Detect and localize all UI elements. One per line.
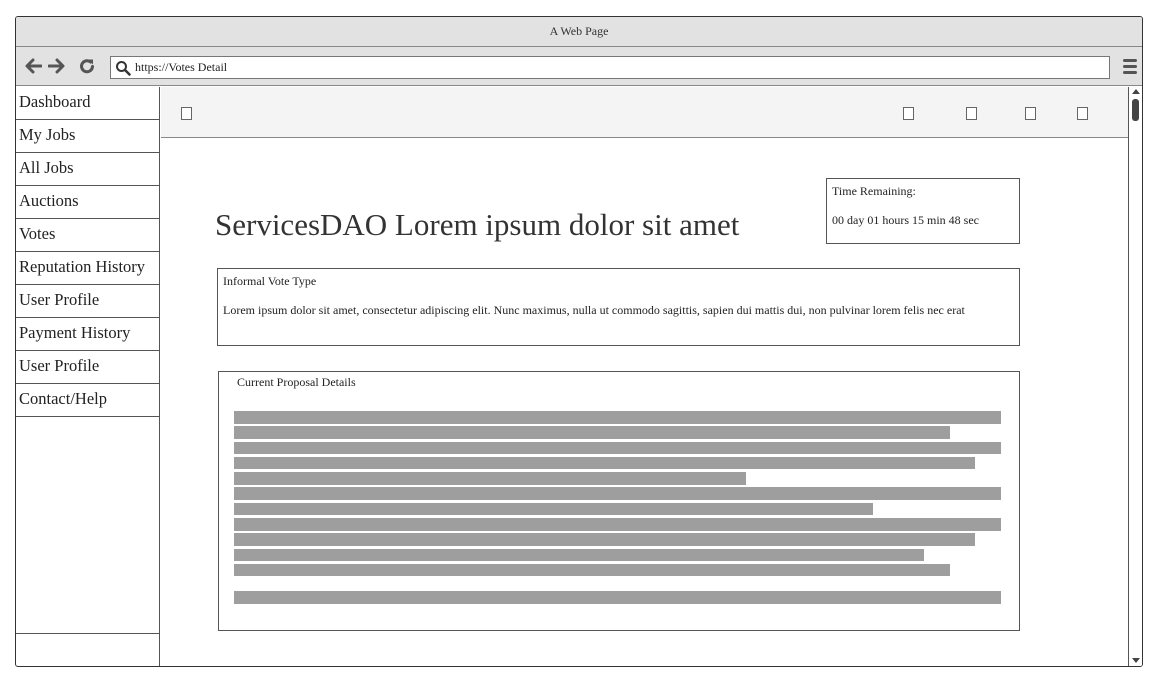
sidebar-item-all-jobs[interactable]: All Jobs [16,153,159,186]
placeholder-text-line [234,591,1001,604]
reload-icon[interactable] [76,55,98,77]
sidebar-item-auctions[interactable]: Auctions [16,186,159,219]
sidebar-item-reputation-history[interactable]: Reputation History [16,252,159,285]
sidebar-item-payment-history[interactable]: Payment History [16,318,159,351]
url-text: https://Votes Detail [135,60,228,74]
placeholder-icon[interactable] [1077,107,1088,120]
sidebar-footer [16,633,159,634]
placeholder-text-line [234,533,975,546]
window-title: A Web Page [549,24,609,38]
scroll-down-icon[interactable] [1132,658,1140,663]
search-icon [111,57,135,78]
sidebar-item-user-profile-2[interactable]: User Profile [16,351,159,384]
placeholder-text-line [234,518,1001,531]
placeholder-text-line [234,548,925,562]
placeholder-icon[interactable] [966,107,977,120]
vote-type-box: Informal Vote Type Lorem ipsum dolor sit… [217,268,1020,346]
window-titlebar: A Web Page [16,17,1142,47]
placeholder-text-line [234,441,1001,455]
placeholder-text-line [234,411,1001,424]
scroll-thumb[interactable] [1132,99,1139,121]
placeholder-text-line [234,472,746,485]
hamburger-menu-icon[interactable] [1122,57,1140,77]
top-header-bar [161,87,1128,138]
arrow-right-icon[interactable] [46,55,68,77]
arrow-left-icon[interactable] [22,55,44,77]
placeholder-text-line [234,426,950,439]
time-remaining-box: Time Remaining: 00 day 01 hours 15 min 4… [826,178,1020,244]
scroll-up-icon[interactable] [1132,89,1140,94]
placeholder-text-line [234,487,1001,500]
placeholder-icon[interactable] [1025,107,1036,120]
sidebar-item-my-jobs[interactable]: My Jobs [16,120,159,153]
vote-description: Lorem ipsum dolor sit amet, consectetur … [223,303,965,317]
sidebar-item-user-profile[interactable]: User Profile [16,285,159,318]
time-remaining-value: 00 day 01 hours 15 min 48 sec [832,213,979,227]
time-remaining-label: Time Remaining: [832,184,916,198]
address-bar[interactable]: https://Votes Detail [110,56,1110,79]
placeholder-text-line [234,456,975,470]
sidebar-item-votes[interactable]: Votes [16,219,159,252]
page-title: ServicesDAO Lorem ipsum dolor sit amet [215,207,740,242]
sidebar-item-dashboard[interactable]: Dashboard [16,87,159,120]
vote-type-label: Informal Vote Type [223,274,317,288]
vertical-scrollbar[interactable] [1128,87,1142,666]
placeholder-icon[interactable] [903,107,914,120]
placeholder-text-line [234,502,873,516]
browser-toolbar: https://Votes Detail [16,47,1142,86]
main-content: ServicesDAO Lorem ipsum dolor sit amet T… [161,87,1128,666]
placeholder-icon[interactable] [181,107,192,120]
proposal-details-title: Current Proposal Details [237,375,356,389]
browser-window: A Web Page https://Votes Detail Dashboar… [15,16,1143,667]
placeholder-text-line [234,563,950,577]
sidebar-nav: Dashboard My Jobs All Jobs Auctions Vote… [16,87,160,666]
sidebar-item-contact-help[interactable]: Contact/Help [16,384,159,417]
proposal-details-box: Current Proposal Details [218,371,1020,631]
placeholder-text-lines [234,411,1001,607]
